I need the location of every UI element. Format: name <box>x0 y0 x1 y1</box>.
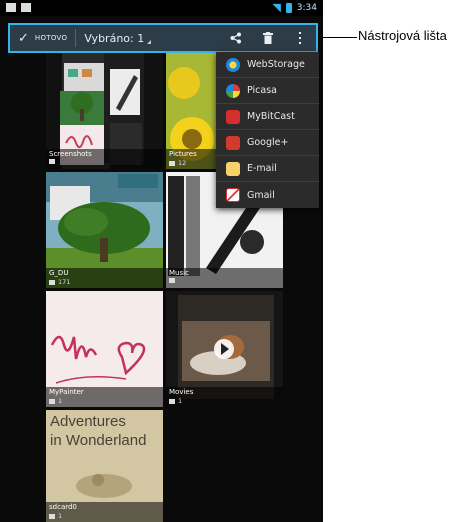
album-name: Music <box>169 269 189 277</box>
album-count: 1 <box>58 512 63 520</box>
done-button[interactable]: ✓ HOTOVO <box>10 25 67 51</box>
delete-button[interactable] <box>252 25 284 51</box>
status-bar: ◥ 3:34 <box>0 0 323 16</box>
selection-count-dropdown[interactable]: Vybráno: 1 <box>84 31 152 45</box>
album-screenshots[interactable]: Screenshots <box>46 53 163 169</box>
album-caption: G_DU 171 <box>46 268 163 288</box>
share-option-google-plus[interactable]: Google+ <box>216 130 319 156</box>
done-label: HOTOVO <box>34 34 68 42</box>
callout-line <box>323 37 357 38</box>
album-name: Screenshots <box>49 150 92 158</box>
album-name: G_DU <box>49 269 69 277</box>
album-caption: sdcard0 1 <box>46 502 163 522</box>
share-menu: WebStorage Picasa MyBitCast Google+ E-ma… <box>216 52 319 208</box>
album-caption: Movies 1 <box>166 387 283 407</box>
album-count: 171 <box>58 278 71 286</box>
album-sdcard0[interactable]: Adventures in Wonderland sdcard0 1 <box>46 410 163 522</box>
overflow-menu-button[interactable] <box>284 25 316 51</box>
album-count: 1 <box>178 397 183 405</box>
menu-item-label: Gmail <box>247 189 275 201</box>
google-plus-icon <box>226 135 240 150</box>
share-option-gmail[interactable]: Gmail <box>216 182 319 208</box>
gallery-notification-icon <box>6 3 16 12</box>
album-movies[interactable]: Movies 1 <box>166 291 283 407</box>
wifi-icon: ◥ <box>272 1 281 14</box>
album-count: 12 <box>178 159 187 167</box>
notification-icon <box>21 3 31 12</box>
share-option-webstorage[interactable]: WebStorage <box>216 52 319 78</box>
menu-item-label: WebStorage <box>247 59 305 70</box>
folder-icon <box>49 159 55 164</box>
tablet-screen: ◥ 3:34 Screenshots Pictures 12 G_DU 171 … <box>0 0 323 522</box>
menu-item-label: Google+ <box>247 137 289 148</box>
selection-count-label: Vybráno: 1 <box>84 31 145 45</box>
album-g-du[interactable]: G_DU 171 <box>46 172 163 288</box>
album-name: sdcard0 <box>49 503 77 511</box>
share-option-mybitcast[interactable]: MyBitCast <box>216 104 319 130</box>
mybitcast-icon <box>226 109 240 124</box>
check-icon: ✓ <box>18 30 29 46</box>
email-icon <box>226 161 240 176</box>
share-option-email[interactable]: E-mail <box>216 156 319 182</box>
folder-icon <box>169 160 175 166</box>
folder-icon <box>169 278 175 283</box>
menu-item-label: E-mail <box>247 163 277 174</box>
picasa-icon <box>226 83 240 98</box>
menu-item-label: Picasa <box>247 85 277 96</box>
toolbar-divider <box>75 29 77 47</box>
overflow-menu-icon <box>299 32 301 44</box>
album-name: Movies <box>169 388 194 396</box>
folder-icon <box>49 513 55 519</box>
toolbar-callout-label: Nástrojová lišta <box>358 28 447 43</box>
share-button[interactable] <box>220 25 252 51</box>
share-icon <box>230 32 241 44</box>
album-caption: Screenshots <box>46 149 163 169</box>
folder-icon <box>169 398 175 404</box>
album-count: 1 <box>58 397 63 405</box>
status-time: 3:34 <box>296 2 317 13</box>
share-option-picasa[interactable]: Picasa <box>216 78 319 104</box>
delete-icon <box>263 32 273 44</box>
menu-item-label: MyBitCast <box>247 111 295 122</box>
battery-icon <box>285 2 292 13</box>
folder-icon <box>49 279 55 285</box>
dropdown-indicator-icon <box>147 39 152 44</box>
gmail-icon <box>226 188 240 202</box>
album-caption: MyPainter 1 <box>46 387 163 407</box>
album-mypainter[interactable]: MyPainter 1 <box>46 291 163 407</box>
album-caption: Music <box>166 268 283 288</box>
album-name: MyPainter <box>49 388 84 396</box>
webstorage-icon <box>226 57 240 72</box>
toolbar: ✓ HOTOVO Vybráno: 1 <box>8 23 318 53</box>
folder-icon <box>49 398 55 404</box>
